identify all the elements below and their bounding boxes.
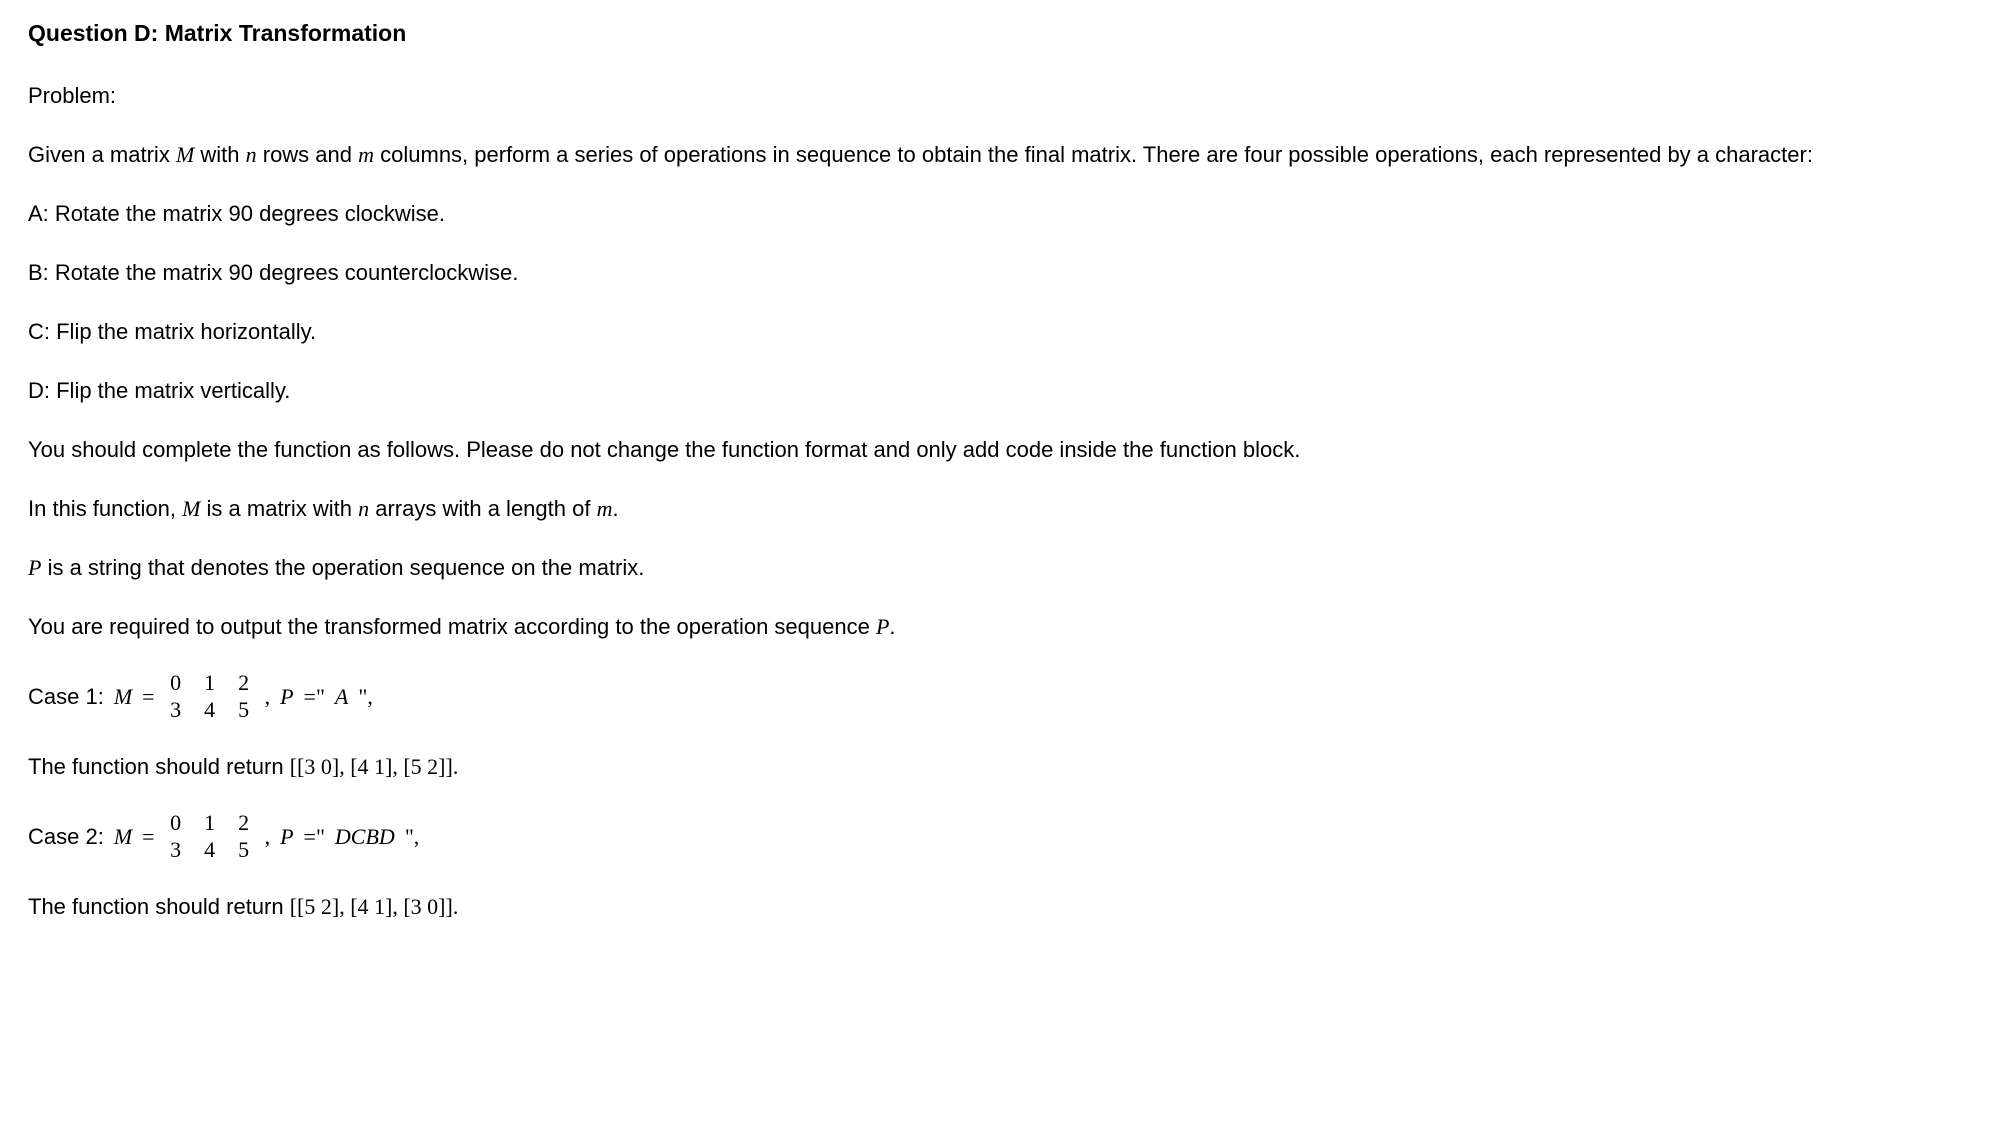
case-1-return: The function should return [[3 0], [4 1]… <box>28 750 1988 783</box>
instruction-4: You are required to output the transform… <box>28 610 1988 643</box>
return-value: [[3 0], [4 1], [5 2]]. <box>290 754 459 779</box>
math-eq: = <box>142 680 154 713</box>
problem-label: Problem: <box>28 79 1988 112</box>
matrix-cell: 4 <box>203 696 217 724</box>
text: The function should return <box>28 754 290 779</box>
problem-document: Question D: Matrix Transformation Proble… <box>0 0 2016 963</box>
case-1-label: Case 1: <box>28 680 104 713</box>
math-P: P <box>280 820 293 853</box>
case-2-label: Case 2: <box>28 820 104 853</box>
text: ", <box>358 680 372 713</box>
question-title: Question D: Matrix Transformation <box>28 16 1988 51</box>
math-n: n <box>358 496 369 521</box>
text: . <box>889 614 895 639</box>
text: rows and <box>257 142 359 167</box>
math-n: n <box>246 142 257 167</box>
text: You are required to output the transform… <box>28 614 876 639</box>
operation-c: C: Flip the matrix horizontally. <box>28 315 1988 348</box>
text: . <box>612 496 618 521</box>
math-M: M <box>114 680 132 713</box>
instruction-3: P is a string that denotes the operation… <box>28 551 1988 584</box>
text: columns, perform a series of operations … <box>374 142 1813 167</box>
math-P: P <box>280 680 293 713</box>
text: is a matrix with <box>200 496 358 521</box>
problem-intro: Given a matrix M with n rows and m colum… <box>28 138 1988 171</box>
math-m: m <box>597 496 613 521</box>
case-1: Case 1: M = 0 1 2 3 4 5 , P =" A ", <box>28 669 1988 724</box>
text: with <box>194 142 245 167</box>
matrix-cell: 0 <box>169 809 183 837</box>
matrix-cell: 5 <box>237 836 251 864</box>
text: =" <box>304 820 325 853</box>
math-m: m <box>358 142 374 167</box>
text: , <box>265 680 271 713</box>
matrix-cell: 1 <box>203 809 217 837</box>
math-M: M <box>182 496 200 521</box>
case-2: Case 2: M = 0 1 2 3 4 5 , P =" DCBD ", <box>28 809 1988 864</box>
math-A: A <box>335 680 348 713</box>
matrix-cell: 3 <box>169 696 183 724</box>
operation-a: A: Rotate the matrix 90 degrees clockwis… <box>28 197 1988 230</box>
instruction-2: In this function, M is a matrix with n a… <box>28 492 1988 525</box>
text: =" <box>304 680 325 713</box>
math-M: M <box>114 820 132 853</box>
instruction-1: You should complete the function as foll… <box>28 433 1988 466</box>
math-P: P <box>876 614 889 639</box>
text: The function should return <box>28 894 290 919</box>
math-M: M <box>176 142 194 167</box>
operation-d: D: Flip the matrix vertically. <box>28 374 1988 407</box>
matrix-cell: 1 <box>203 669 217 697</box>
return-value: [[5 2], [4 1], [3 0]]. <box>290 894 459 919</box>
matrix-cell: 3 <box>169 836 183 864</box>
matrix-cell: 2 <box>237 809 251 837</box>
text: , <box>265 820 271 853</box>
text: In this function, <box>28 496 182 521</box>
matrix-cell: 5 <box>237 696 251 724</box>
math-eq: = <box>142 820 154 853</box>
case-2-matrix: 0 1 2 3 4 5 <box>169 809 251 864</box>
text: ", <box>405 820 419 853</box>
operation-b: B: Rotate the matrix 90 degrees counterc… <box>28 256 1988 289</box>
text: Given a matrix <box>28 142 176 167</box>
text: arrays with a length of <box>369 496 596 521</box>
text: is a string that denotes the operation s… <box>41 555 644 580</box>
case-1-matrix: 0 1 2 3 4 5 <box>169 669 251 724</box>
math-P: P <box>28 555 41 580</box>
matrix-cell: 0 <box>169 669 183 697</box>
case-2-return: The function should return [[5 2], [4 1]… <box>28 890 1988 923</box>
matrix-cell: 4 <box>203 836 217 864</box>
math-DCBD: DCBD <box>335 820 395 853</box>
matrix-cell: 2 <box>237 669 251 697</box>
